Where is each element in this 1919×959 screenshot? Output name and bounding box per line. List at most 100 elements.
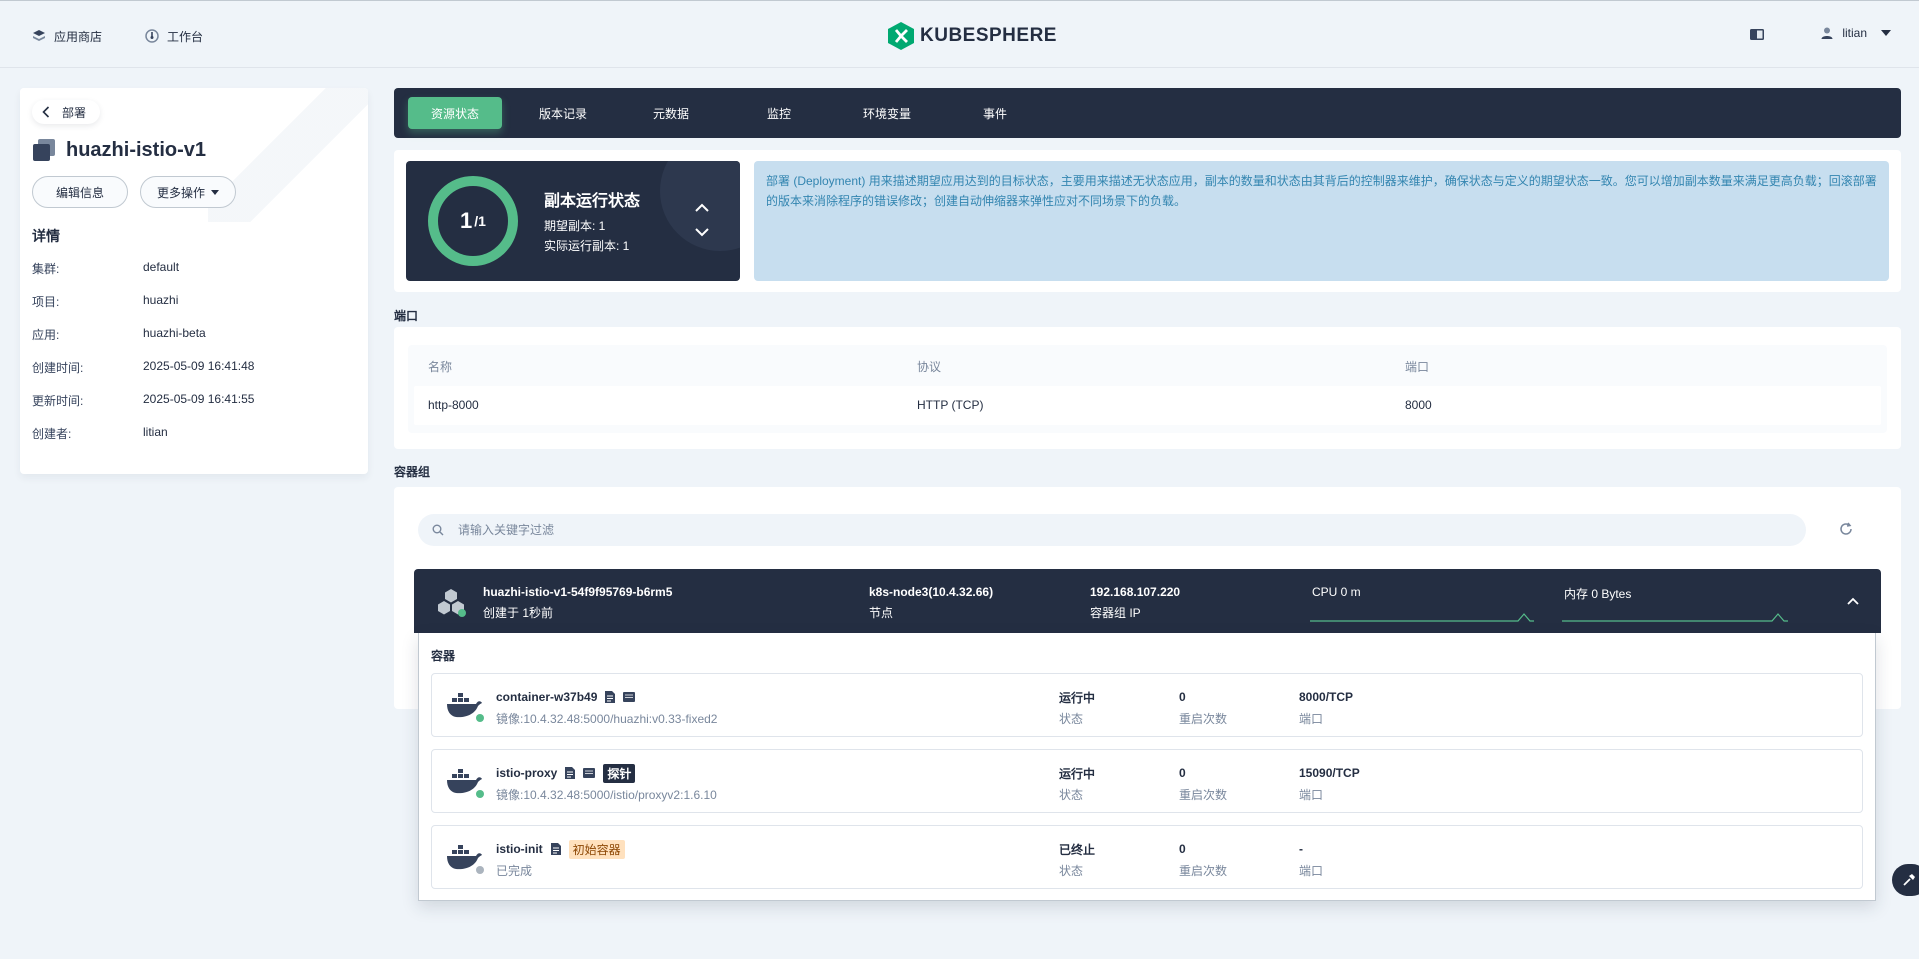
caret-down-icon bbox=[1881, 30, 1891, 36]
probe-tag: 探针 bbox=[603, 763, 636, 783]
file-icon[interactable] bbox=[565, 767, 576, 779]
file-icon[interactable] bbox=[605, 691, 616, 703]
detail-key: 项目: bbox=[32, 295, 60, 309]
layers-icon bbox=[33, 30, 45, 41]
ports-table: 名称 协议 端口 http-8000 HTTP (TCP) 8000 bbox=[408, 345, 1887, 433]
desired-replicas: 期望副本: 1 bbox=[544, 219, 606, 233]
list-item[interactable]: container-w37b49 镜像:10.4.32.48:5000/huaz… bbox=[431, 673, 1863, 737]
pod-memory-cell: 内存 0 Bytes bbox=[1564, 585, 1631, 602]
tab-environment-variables[interactable]: 环境变量 bbox=[840, 97, 934, 129]
pod-search-bar bbox=[418, 514, 1806, 546]
terminal-icon[interactable] bbox=[583, 768, 596, 778]
detail-value: huazhi-beta bbox=[143, 326, 206, 340]
container-status-label: 状态 bbox=[1059, 788, 1084, 802]
caret-down-icon bbox=[211, 189, 219, 195]
chevron-down-icon[interactable] bbox=[695, 228, 709, 237]
resource-header: 部署 huazhi-istio-v1 编辑信息 更多操作 bbox=[20, 88, 368, 222]
container-port-label: 端口 bbox=[1299, 864, 1324, 878]
toolbox-button[interactable] bbox=[1892, 864, 1919, 896]
container-restarts-label: 重启次数 bbox=[1179, 712, 1228, 726]
replica-current: 1 bbox=[460, 208, 473, 233]
chevron-up-icon[interactable] bbox=[695, 203, 709, 212]
detail-row: 集群: default bbox=[32, 260, 356, 293]
container-name-cell: istio-init 初始容器 已完成 bbox=[496, 839, 625, 879]
hammer-icon bbox=[1903, 874, 1915, 886]
detail-row: 创建时间: 2025-05-09 16:41:48 bbox=[32, 359, 356, 392]
pod-memory: 内存 0 Bytes bbox=[1564, 587, 1632, 601]
container-port-cell: 15090/TCP 端口 bbox=[1299, 764, 1360, 803]
container-port-label: 端口 bbox=[1299, 788, 1324, 802]
detail-value: default bbox=[143, 260, 180, 274]
more-actions-label: 更多操作 bbox=[156, 185, 205, 200]
resource-info-panel: 部署 huazhi-istio-v1 编辑信息 更多操作 详情 集群: defau… bbox=[20, 88, 368, 474]
ports-header-name: 名称 bbox=[428, 360, 453, 374]
pod-ip: 192.168.107.220 bbox=[1090, 585, 1181, 599]
container-name-cell: container-w37b49 镜像:10.4.32.48:5000/huaz… bbox=[496, 688, 718, 727]
chevron-up-icon[interactable] bbox=[1846, 596, 1860, 606]
user-menu[interactable]: litian bbox=[1820, 26, 1891, 40]
container-status-cell: 运行中 状态 bbox=[1059, 688, 1095, 727]
pod-name: huazhi-istio-v1-54f9f95769-b6rm5 bbox=[483, 585, 673, 599]
kubesphere-logo[interactable]: KUBESPHERE bbox=[888, 21, 1057, 51]
chevron-left-icon bbox=[42, 106, 50, 118]
resource-name: huazhi-istio-v1 bbox=[66, 138, 207, 161]
detail-row: 更新时间: 2025-05-09 16:41:55 bbox=[32, 392, 356, 425]
container-port: 8000/TCP bbox=[1299, 690, 1354, 704]
workbench-link[interactable]: 工作台 bbox=[145, 26, 203, 46]
containers-title: 容器 bbox=[431, 649, 456, 663]
tab-metadata[interactable]: 元数据 bbox=[624, 97, 718, 129]
port-protocol: HTTP (TCP) bbox=[917, 398, 984, 412]
container-status: 运行中 bbox=[1059, 690, 1096, 705]
pod-node-cell: k8s-node3(10.4.32.66) 节点 bbox=[869, 585, 993, 621]
ports-header-protocol: 协议 bbox=[917, 360, 942, 374]
search-input[interactable] bbox=[458, 523, 1758, 537]
container-restarts-label: 重启次数 bbox=[1179, 864, 1228, 878]
kubesphere-logo-icon bbox=[888, 22, 914, 50]
containers-panel: 容器 container-w37b49 镜像:10.4.32.48:5000/h… bbox=[418, 633, 1876, 901]
pod-row[interactable]: huazhi-istio-v1-54f9f95769-b6rm5 创建于 1秒前… bbox=[414, 569, 1881, 633]
tab-revision-records[interactable]: 版本记录 bbox=[516, 97, 610, 129]
container-restarts-label: 重启次数 bbox=[1179, 788, 1228, 802]
list-item[interactable]: istio-proxy 探针 镜像:10.4.32.48:5000/istio/… bbox=[431, 749, 1863, 813]
tab-resource-status[interactable]: 资源状态 bbox=[408, 97, 502, 129]
pod-ip-label: 容器组 IP bbox=[1090, 606, 1141, 620]
detail-value: 2025-05-09 16:41:55 bbox=[143, 392, 255, 406]
container-port: - bbox=[1299, 842, 1303, 856]
tab-events[interactable]: 事件 bbox=[948, 97, 1042, 129]
refresh-icon[interactable] bbox=[1838, 521, 1854, 537]
username: litian bbox=[1842, 26, 1867, 40]
user-icon bbox=[1821, 27, 1833, 39]
dashboard-icon bbox=[145, 29, 159, 43]
details-section: 详情 集群: default 项目: huazhi 应用: huazhi-beta 创… bbox=[20, 226, 368, 458]
container-name: container-w37b49 bbox=[496, 690, 598, 704]
actual-replicas: 实际运行副本: 1 bbox=[544, 239, 630, 253]
scale-arrows bbox=[695, 203, 709, 237]
init-container-tag: 初始容器 bbox=[568, 839, 625, 859]
deployment-description: 部署 (Deployment) 用来描述期望应用达到的目标状态，主要用来描述无状… bbox=[754, 161, 1889, 281]
details-title: 详情 bbox=[32, 228, 60, 244]
container-status-label: 状态 bbox=[1059, 864, 1084, 878]
more-actions-button[interactable]: 更多操作 bbox=[140, 176, 236, 208]
container-port-cell: 8000/TCP 端口 bbox=[1299, 688, 1353, 727]
tab-monitoring[interactable]: 监控 bbox=[732, 97, 826, 129]
replica-status-card: 1/1 副本运行状态 期望副本: 1 实际运行副本: 1 bbox=[406, 161, 740, 281]
container-port: 15090/TCP bbox=[1299, 766, 1360, 780]
container-port-cell: - 端口 bbox=[1299, 840, 1323, 879]
detail-row: 创建者: litian bbox=[32, 425, 356, 458]
docker-icon bbox=[447, 769, 484, 798]
detail-tabs: 资源状态 版本记录 元数据 监控 环境变量 事件 bbox=[394, 88, 1901, 138]
replica-total: /1 bbox=[474, 213, 486, 229]
docker-icon bbox=[447, 845, 484, 874]
ports-section: 名称 协议 端口 http-8000 HTTP (TCP) 8000 bbox=[394, 327, 1901, 449]
file-icon[interactable] bbox=[550, 843, 561, 855]
layout-toggle-icon[interactable] bbox=[1750, 29, 1764, 40]
edit-info-label: 编辑信息 bbox=[55, 185, 104, 200]
terminal-icon[interactable] bbox=[623, 692, 636, 702]
container-restarts: 0 bbox=[1179, 842, 1186, 856]
container-status: 已终止 bbox=[1059, 842, 1096, 857]
list-item[interactable]: istio-init 初始容器 已完成 已终止 状态 0 重启次数 - 端口 bbox=[431, 825, 1863, 889]
back-label: 部署 bbox=[62, 105, 87, 120]
app-store-link[interactable]: 应用商店 bbox=[32, 26, 102, 46]
edit-info-button[interactable]: 编辑信息 bbox=[32, 176, 128, 208]
back-to-deployments-button[interactable]: 部署 bbox=[32, 100, 101, 124]
